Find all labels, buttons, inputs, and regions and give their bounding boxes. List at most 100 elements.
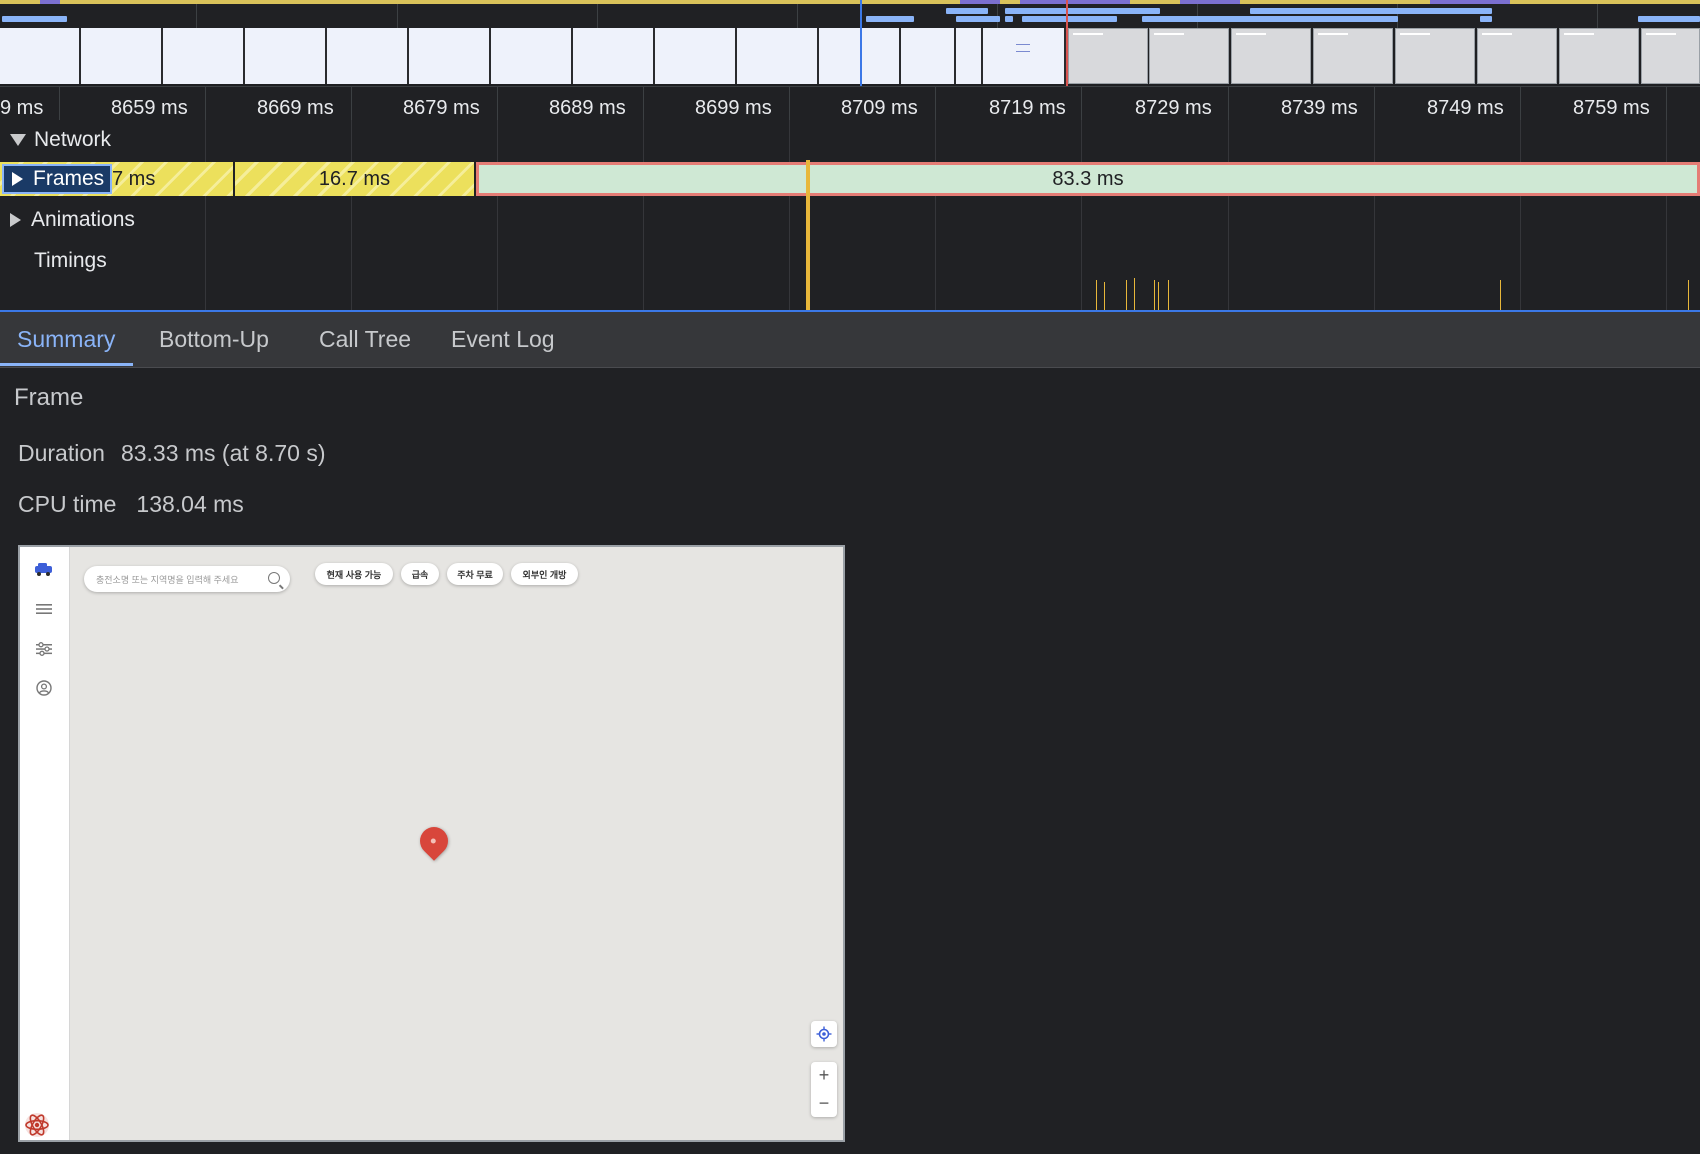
crosshair-icon bbox=[811, 1021, 837, 1047]
network-activity-bar bbox=[946, 8, 988, 14]
zoom-in-button: + bbox=[818, 1065, 830, 1085]
frame-block-selected[interactable]: 83.3 ms bbox=[476, 162, 1700, 196]
track-grid-line bbox=[1374, 120, 1375, 310]
overview-window-handle[interactable] bbox=[860, 0, 862, 28]
filmstrip-frame[interactable] bbox=[0, 28, 81, 84]
timing-marker[interactable] bbox=[1134, 278, 1135, 310]
filmstrip-mini-text bbox=[1016, 44, 1030, 52]
overview-grid bbox=[797, 4, 798, 28]
track-label-animations: Animations bbox=[31, 208, 135, 231]
activity-segment bbox=[1180, 0, 1240, 4]
filmstrip-marker bbox=[860, 28, 862, 86]
filmstrip-frame[interactable] bbox=[327, 28, 409, 84]
frame-block[interactable]: 16.7 ms bbox=[235, 162, 474, 196]
ruler-tick-label: 8739 ms bbox=[1281, 97, 1358, 119]
ruler-tick-line bbox=[935, 87, 936, 121]
filmstrip-frame[interactable] bbox=[655, 28, 737, 84]
expand-triangle-icon[interactable] bbox=[10, 213, 21, 227]
track-label-network: Network bbox=[34, 128, 112, 151]
filmstrip-frame[interactable] bbox=[956, 28, 983, 84]
time-cursor[interactable] bbox=[806, 160, 810, 310]
track-grid-line bbox=[1520, 120, 1521, 310]
cpu-time-label: CPU time bbox=[18, 491, 117, 517]
track-timings[interactable]: Timings bbox=[0, 246, 107, 276]
timing-marker[interactable] bbox=[1158, 282, 1159, 310]
timing-marker[interactable] bbox=[1154, 280, 1155, 310]
ruler-tick-line bbox=[1081, 87, 1082, 121]
filmstrip-frame[interactable] bbox=[1149, 28, 1229, 84]
activity-segment bbox=[40, 0, 60, 4]
track-label-timings: Timings bbox=[34, 249, 107, 272]
network-activity-bar bbox=[1005, 8, 1160, 14]
timing-marker[interactable] bbox=[1688, 280, 1689, 310]
filmstrip-frame[interactable] bbox=[1477, 28, 1557, 84]
timing-marker[interactable] bbox=[1104, 282, 1105, 310]
screenshot-filmstrip[interactable] bbox=[0, 28, 1700, 86]
search-placeholder: 충전소명 또는 지역명을 입력해 주세요 bbox=[96, 574, 239, 585]
duration-label: Duration bbox=[18, 440, 105, 466]
track-grid-line bbox=[351, 120, 352, 310]
car-logo-icon bbox=[32, 559, 56, 579]
filmstrip-frame[interactable] bbox=[1068, 28, 1148, 84]
filmstrip-frame[interactable] bbox=[409, 28, 491, 84]
timeline-overview[interactable] bbox=[0, 0, 1700, 28]
ruler-tick-label: 8759 ms bbox=[1573, 97, 1650, 119]
frame-duration: 16.7 ms bbox=[318, 167, 391, 190]
network-activity-bar bbox=[866, 16, 914, 22]
network-activity-bar bbox=[1142, 16, 1398, 22]
ruler-tick-label: 8659 ms bbox=[111, 97, 188, 119]
tab-call-tree[interactable]: Call Tree bbox=[319, 312, 411, 366]
track-network[interactable]: Network bbox=[0, 125, 111, 155]
ruler-tick-label: 8699 ms bbox=[695, 97, 772, 119]
react-logo-icon bbox=[24, 1112, 50, 1138]
tab-bottom-up[interactable]: Bottom-Up bbox=[159, 312, 269, 366]
map-zoom-controls: + − bbox=[811, 1062, 837, 1117]
filmstrip-frame[interactable] bbox=[1231, 28, 1311, 84]
track-grid-line bbox=[1666, 120, 1667, 310]
time-ruler: 9 ms 8659 ms 8669 ms 8679 ms 8689 ms 869… bbox=[0, 86, 1700, 121]
track-animations[interactable]: Animations bbox=[0, 205, 135, 235]
filmstrip-frame[interactable] bbox=[81, 28, 163, 84]
ruler-tick-line bbox=[1666, 87, 1667, 121]
tab-event-log[interactable]: Event Log bbox=[451, 312, 555, 366]
overview-window-handle[interactable] bbox=[1066, 0, 1068, 28]
track-frames[interactable]: Frames bbox=[2, 164, 113, 194]
tab-summary[interactable]: Summary bbox=[0, 312, 134, 366]
overview-grid bbox=[597, 4, 598, 28]
ruler-tick-line bbox=[497, 87, 498, 121]
ruler-tick-label: 8679 ms bbox=[403, 97, 480, 119]
network-activity-bar bbox=[1480, 16, 1492, 22]
ruler-tick-label: 8719 ms bbox=[989, 97, 1066, 119]
ruler-tick-label: 8749 ms bbox=[1427, 97, 1504, 119]
ruler-tick-label: 8729 ms bbox=[1135, 97, 1212, 119]
filmstrip-frame[interactable] bbox=[901, 28, 956, 84]
network-activity-bar bbox=[1638, 16, 1700, 22]
filmstrip-frame[interactable] bbox=[163, 28, 245, 84]
app-sidebar bbox=[20, 547, 70, 1140]
map-search-input: 충전소명 또는 지역명을 입력해 주세요 bbox=[84, 566, 290, 592]
filmstrip-frame[interactable] bbox=[737, 28, 819, 84]
filmstrip-frame[interactable] bbox=[1395, 28, 1475, 84]
track-grid-line bbox=[497, 120, 498, 310]
filmstrip-frame[interactable] bbox=[983, 28, 1066, 84]
filter-chip: 급속 bbox=[401, 563, 439, 585]
filmstrip-frame[interactable] bbox=[1559, 28, 1639, 84]
filter-chip: 현재 사용 가능 bbox=[315, 563, 393, 585]
overview-grid bbox=[196, 4, 197, 28]
timing-marker[interactable] bbox=[1168, 280, 1169, 310]
filmstrip-frame[interactable] bbox=[1313, 28, 1393, 84]
collapse-triangle-icon[interactable] bbox=[10, 134, 26, 146]
timeline-tracks[interactable]: Network 7 ms 16.7 ms 83.3 ms Frames Anim… bbox=[0, 120, 1700, 310]
ruler-tick-line bbox=[1374, 87, 1375, 121]
timing-marker[interactable] bbox=[1096, 280, 1097, 310]
timing-marker[interactable] bbox=[1500, 280, 1501, 310]
filmstrip-frame[interactable] bbox=[1641, 28, 1700, 84]
filmstrip-frame[interactable] bbox=[573, 28, 655, 84]
summary-title: Frame bbox=[14, 384, 84, 411]
filmstrip-frame[interactable] bbox=[245, 28, 327, 84]
expand-triangle-icon[interactable] bbox=[12, 172, 23, 186]
filmstrip-frame[interactable] bbox=[491, 28, 573, 84]
zoom-out-button: − bbox=[818, 1093, 830, 1113]
timing-marker[interactable] bbox=[1126, 280, 1127, 310]
filter-chip: 주차 무료 bbox=[447, 563, 503, 585]
